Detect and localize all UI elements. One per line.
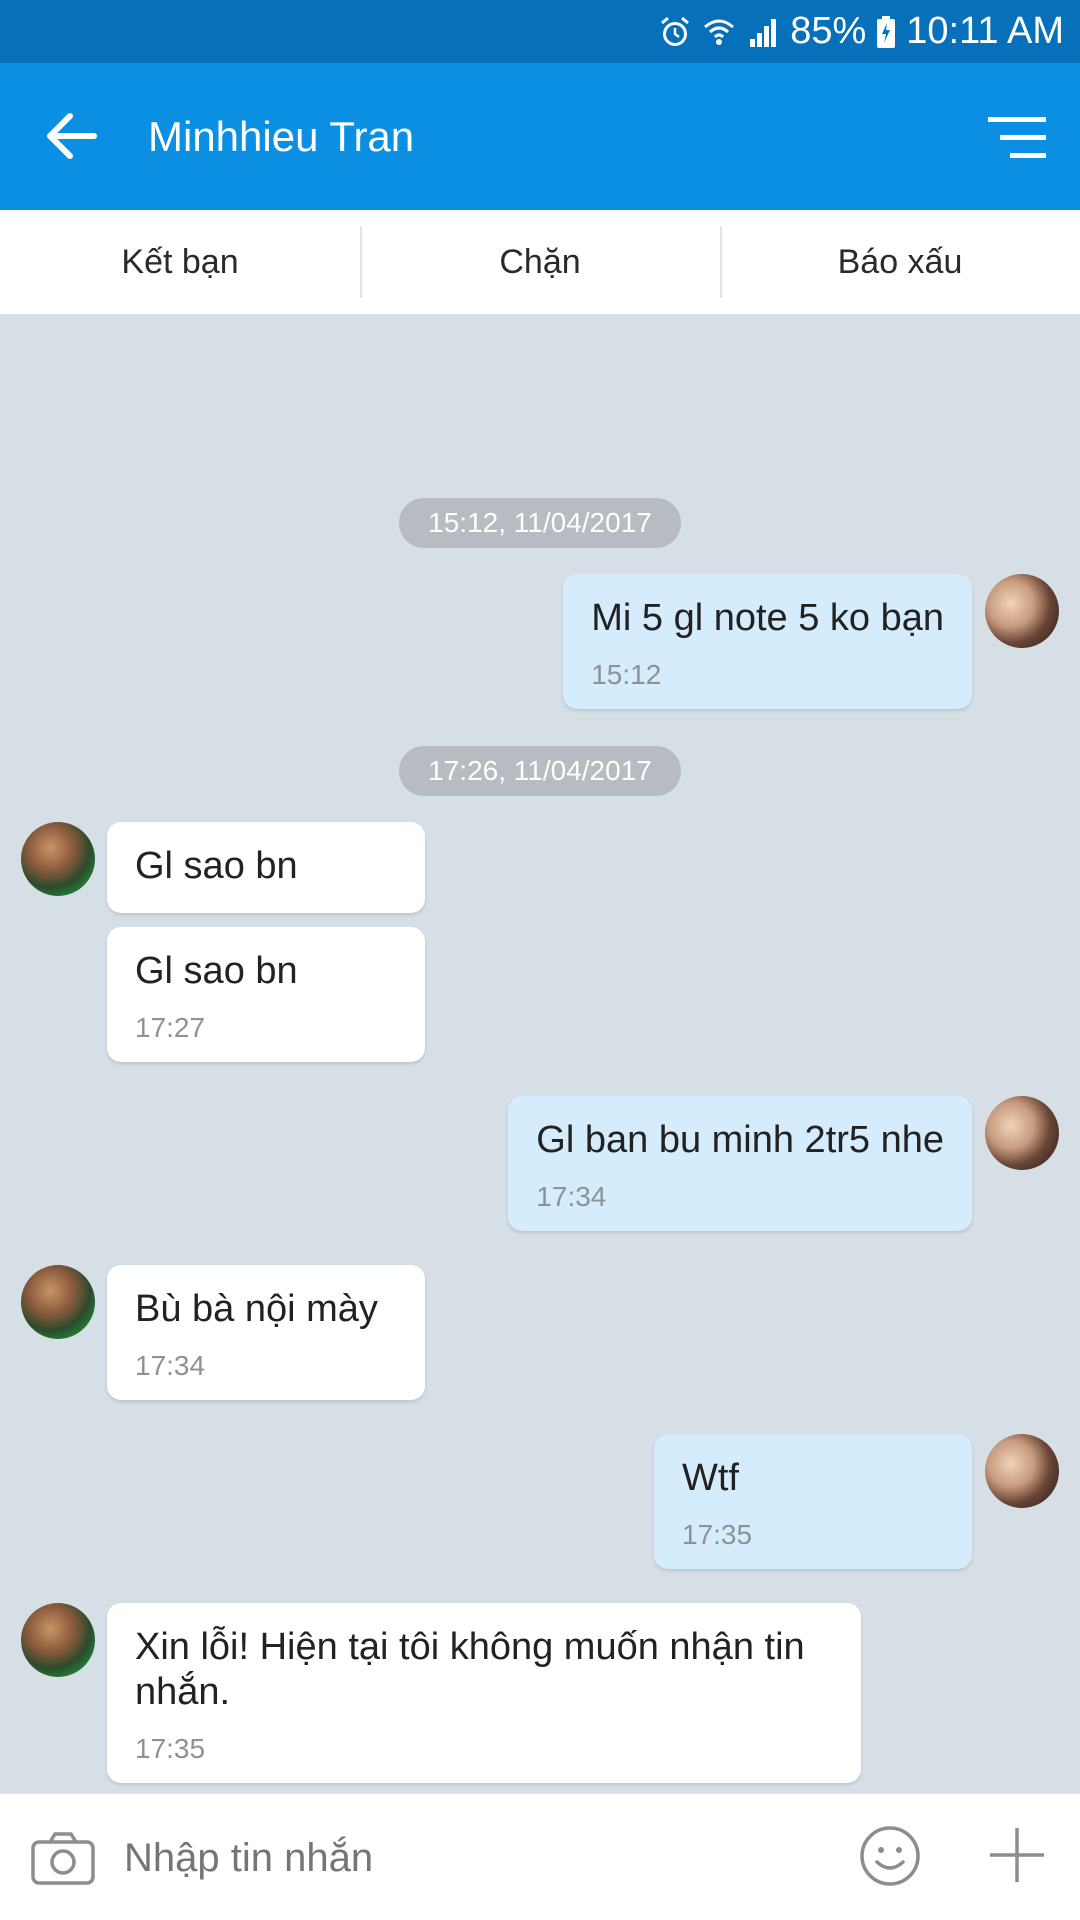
message-bubble-in[interactable]: Bù bà nội mày 17:34 <box>107 1265 425 1400</box>
my-avatar[interactable] <box>985 1434 1059 1508</box>
wifi-icon <box>702 15 736 49</box>
message-bubble-out[interactable]: Mi 5 gl note 5 ko bạn 15:12 <box>563 574 972 709</box>
my-avatar[interactable] <box>985 1096 1059 1170</box>
message-time: 15:12 <box>591 659 662 690</box>
message-time: 17:27 <box>135 1012 206 1043</box>
message-bubble-in[interactable]: Gl sao bn <box>107 822 425 913</box>
message-text: Gl sao bn <box>135 950 298 992</box>
message-time: 17:34 <box>135 1350 206 1381</box>
message-time: 17:34 <box>536 1181 607 1212</box>
status-right: 85% 10:11 AM <box>658 0 1064 63</box>
date-separator: 15:12, 11/04/2017 <box>399 498 681 548</box>
contact-avatar[interactable] <box>21 1265 95 1339</box>
conversation-title: Minhhieu Tran <box>148 113 415 160</box>
more-button[interactable] <box>986 1824 1048 1886</box>
block-button[interactable]: Chặn <box>360 210 720 314</box>
status-bar: 85% 10:11 AM <box>0 0 1080 63</box>
plus-icon <box>990 1828 1044 1882</box>
menu-icon <box>988 117 1046 158</box>
message-text: Xin lỗi! Hiện tại tôi không muốn nhận ti… <box>135 1626 805 1713</box>
message-input[interactable] <box>124 1830 824 1886</box>
action-bar: Kết bạn Chặn Báo xấu <box>0 210 1080 314</box>
signal-icon <box>746 15 780 49</box>
message-bubble-out[interactable]: Wtf 17:35 <box>654 1434 972 1569</box>
message-text: Mi 5 gl note 5 ko bạn <box>591 597 944 639</box>
message-text: Gl ban bu minh 2tr5 nhe <box>536 1119 944 1161</box>
add-friend-button[interactable]: Kết bạn <box>0 210 360 314</box>
clock-time: 10:11 AM <box>906 10 1064 52</box>
camera-button[interactable] <box>30 1830 96 1886</box>
message-bubble-out[interactable]: Gl ban bu minh 2tr5 nhe 17:34 <box>508 1096 972 1231</box>
message-text: Bù bà nội mày <box>135 1288 378 1330</box>
camera-icon <box>31 1832 95 1885</box>
chat-area[interactable]: 15:12, 11/04/2017 Mi 5 gl note 5 ko bạn … <box>0 314 1080 1793</box>
contact-avatar[interactable] <box>21 1603 95 1677</box>
battery-percent: 85% <box>790 10 867 52</box>
alarm-icon <box>658 15 692 49</box>
my-avatar[interactable] <box>985 574 1059 648</box>
message-text: Gl sao bn <box>135 845 298 887</box>
back-arrow-icon <box>47 113 97 159</box>
menu-button[interactable] <box>988 113 1048 163</box>
emoji-button[interactable] <box>858 1824 922 1888</box>
contact-avatar[interactable] <box>21 822 95 896</box>
smiley-icon <box>860 1826 920 1886</box>
message-bubble-in[interactable]: Xin lỗi! Hiện tại tôi không muốn nhận ti… <box>107 1603 861 1783</box>
date-separator: 17:26, 11/04/2017 <box>399 746 681 796</box>
report-button[interactable]: Báo xấu <box>720 210 1080 314</box>
message-bubble-in[interactable]: Gl sao bn 17:27 <box>107 927 425 1062</box>
message-composer <box>0 1793 1080 1920</box>
battery-icon <box>876 15 896 49</box>
message-time: 17:35 <box>135 1733 206 1764</box>
message-text: Wtf <box>682 1457 739 1499</box>
message-time: 17:35 <box>682 1519 753 1550</box>
back-button[interactable] <box>40 104 104 168</box>
app-bar: Minhhieu Tran <box>0 63 1080 210</box>
